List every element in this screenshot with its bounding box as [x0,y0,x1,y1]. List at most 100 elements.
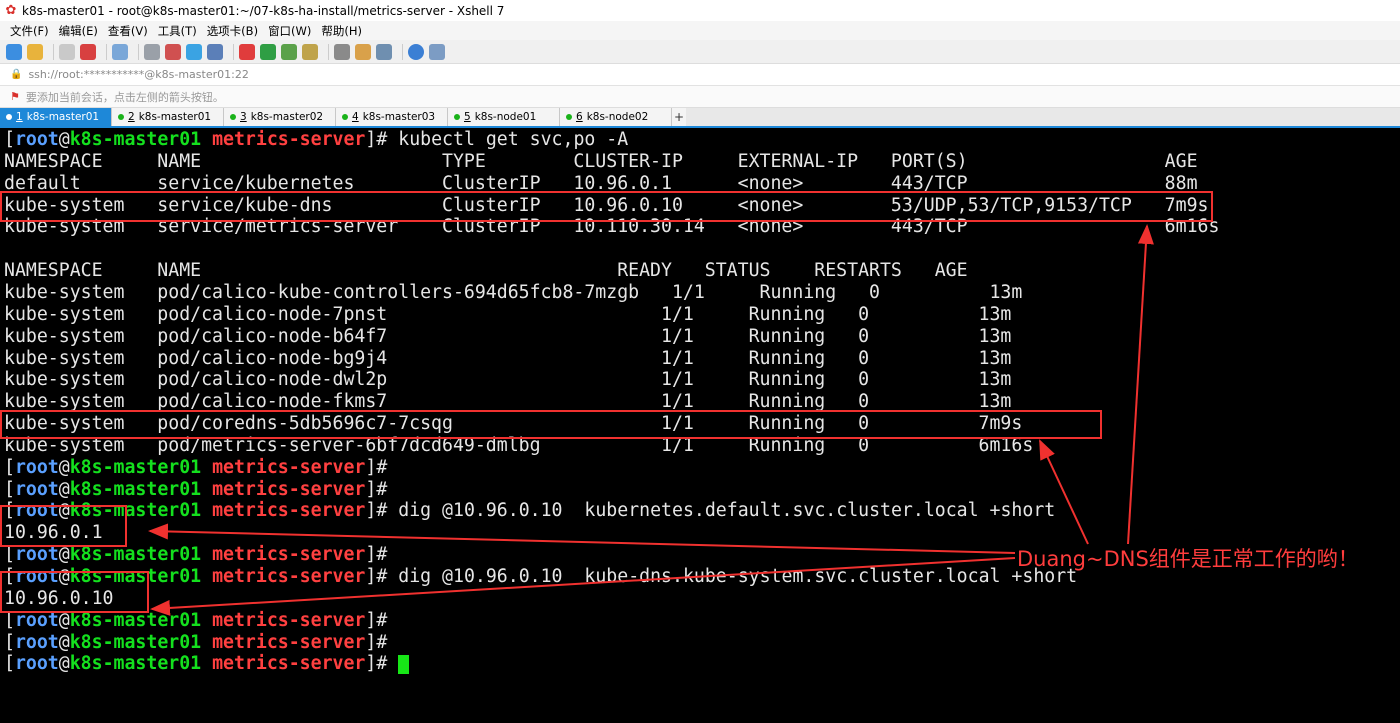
command-text: dig @10.96.0.10 kubernetes.default.svc.c… [387,500,1056,522]
prompt-host: k8s-master01 [69,478,202,500]
prompt-line: [root@k8s-master01 metrics-server]# [4,653,410,675]
compose-icon[interactable] [355,43,371,60]
tab-2[interactable]: 2 k8s-master01 [112,108,224,126]
prompt-user: root [14,631,59,653]
layout-icon[interactable] [376,43,392,60]
session-hint-bar: ⚑ 要添加当前会话，点击左侧的箭头按钮。 [0,86,1400,108]
prompt-dir: metrics-server [212,544,366,566]
menu-bar: 文件(F) 编辑(E) 查看(V) 工具(T) 选项卡(B) 窗口(W) 帮助(… [0,21,1400,40]
menu-view[interactable]: 查看(V) [108,23,148,39]
annotation-text: Duang~DNS组件是正常工作的哟！ [1017,547,1359,571]
window-titlebar: ✿ k8s-master01 - root@k8s-master01:~/07-… [0,0,1400,21]
highlight-box-dig-result-1 [0,505,127,547]
toolbar [0,40,1400,64]
prompt-close: ]# [365,456,388,478]
find-icon[interactable] [144,43,160,60]
prompt-user: root [14,478,59,500]
output-line: kube-system pod/calico-node-b64f7 1/1 Ru… [4,325,1012,347]
connected-status-icon [566,114,572,120]
tab-4[interactable]: 4 k8s-master03 [336,108,448,126]
xftp-icon[interactable] [239,43,255,60]
prompt-bracket: [ [4,653,15,675]
output-line: NAMESPACE NAME READY STATUS RESTARTS AGE [4,260,968,282]
menu-tools[interactable]: 工具(T) [158,23,197,39]
prompt-at: @ [58,653,70,675]
menu-help[interactable]: 帮助(H) [321,23,362,39]
tab-label: k8s-master02 [250,111,324,123]
globe-icon[interactable] [186,43,202,60]
font-icon[interactable] [207,43,223,60]
prompt-line: [root@k8s-master01 metrics-server]# kube… [4,129,628,151]
lock-icon: 🔒 [10,69,23,80]
output-line: kube-system pod/calico-kube-controllers-… [4,281,1023,303]
menu-edit[interactable]: 编辑(E) [59,23,98,39]
prompt-at: @ [58,544,70,566]
session-address[interactable]: ssh://root:***********@k8s-master01:22 [28,68,248,81]
prompt-host: k8s-master01 [69,631,202,653]
address-bar[interactable]: 🔒 ssh://root:***********@k8s-master01:22 [0,64,1400,86]
prompt-close: ]# [365,478,388,500]
connected-status-icon [118,114,124,120]
new-session-icon[interactable] [6,43,22,60]
prompt-close: ]# [365,500,388,522]
disconnect-icon[interactable] [59,43,75,60]
prompt-dir: metrics-server [212,653,366,675]
prompt-host: k8s-master01 [69,544,202,566]
prompt-user: root [14,544,59,566]
prompt-at: @ [58,631,70,653]
prompt-user: root [14,653,59,675]
prompt-user: root [14,456,59,478]
session-tab-bar: 1 k8s-master01 2 k8s-master01 3 k8s-master02 4… [0,108,1400,128]
menu-file[interactable]: 文件(F) [10,23,49,39]
bookmark-icon[interactable]: ⚑ [10,90,20,103]
add-tab-icon[interactable]: + [672,108,686,126]
tab-label: k8s-master01 [138,111,212,123]
color-scheme-icon[interactable] [165,43,181,60]
lock-icon[interactable] [302,43,318,60]
command-text: dig @10.96.0.10 kube-dns.kube-system.svc… [387,566,1078,587]
tab-label: k8s-node02 [586,111,649,123]
tab-number: 6 [576,111,583,123]
tab-label: k8s-master03 [362,111,436,123]
keyboard-icon[interactable] [334,43,350,60]
tab-number: 4 [352,111,359,123]
prompt-line: [root@k8s-master01 metrics-server]# [4,632,387,654]
fullscreen-icon[interactable] [281,43,297,60]
tab-3[interactable]: 3 k8s-master02 [224,108,336,126]
help-icon[interactable] [408,43,424,60]
command-text: kubectl get svc,po -A [387,129,629,150]
tab-number: 2 [128,111,135,123]
tab-6[interactable]: 6 k8s-node02 [560,108,672,126]
prompt-line: [root@k8s-master01 metrics-server]# [4,479,387,501]
connected-status-icon [6,114,12,120]
tab-1[interactable]: 1 k8s-master01 [0,108,112,126]
reconnect-icon[interactable] [80,43,96,60]
prompt-bracket: [ [4,478,15,500]
prompt-close: ]# [365,609,388,631]
menu-tabs[interactable]: 选项卡(B) [207,23,258,39]
properties-icon[interactable] [112,43,128,60]
tab-label: k8s-master01 [26,111,100,123]
highlight-box-coredns-pod [0,410,1102,439]
tab-5[interactable]: 5 k8s-node01 [448,108,560,126]
tab-label: k8s-node01 [474,111,537,123]
prompt-at: @ [58,129,70,150]
prompt-user: root [14,129,59,150]
menu-window[interactable]: 窗口(W) [268,23,311,39]
tunnel-icon[interactable] [260,43,276,60]
prompt-host: k8s-master01 [69,456,202,478]
output-line: kube-system pod/calico-node-bg9j4 1/1 Ru… [4,347,1012,369]
prompt-bracket: [ [4,631,15,653]
tab-number: 1 [16,111,23,123]
output-line: kube-system pod/calico-node-7pnst 1/1 Ru… [4,303,1012,325]
chat-icon[interactable] [429,43,445,60]
open-folder-icon[interactable] [27,43,43,60]
hint-text: 要添加当前会话，点击左侧的箭头按钮。 [25,90,224,104]
